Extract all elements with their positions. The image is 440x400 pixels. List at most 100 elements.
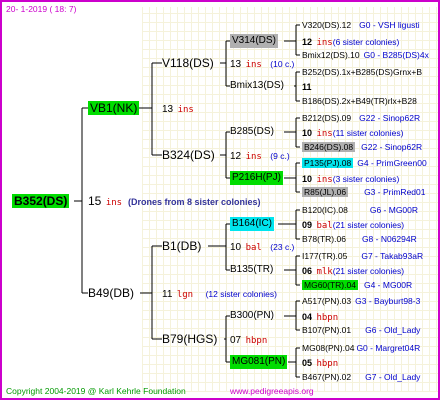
gen4-note: G0 - B285(DS)4x (363, 50, 429, 60)
ins-note: (3 sister colonies) (332, 174, 400, 184)
gen2-inbreeding: 07 hbpn (230, 332, 267, 348)
gen4-note: G4 - PrimGreen00 (357, 158, 427, 168)
gen4-queen[interactable]: B212(DS).09 G22 - Sinop62R (302, 111, 420, 125)
gen4-id: B186(DS).2x+B49(TR)rlx+B28 (302, 96, 417, 106)
dam-queen[interactable]: B49(DB) (88, 286, 134, 300)
ins-label: ins (316, 129, 333, 139)
copyright-text: Copyright 2004-2019 @ Karl Kehrle Founda… (6, 386, 186, 396)
sire-queen[interactable]: VB1(NK) (88, 101, 140, 115)
gen3-queen[interactable]: B300(PN) (230, 309, 274, 323)
gen4-queen[interactable]: R85(JL).06 G3 - PrimRed01 (302, 185, 425, 199)
gen4-id: A517(PN).03 (302, 296, 352, 306)
gen4-note: G4 - MG00R (363, 280, 413, 290)
gen4-note: G0 - VSH ligusti (359, 20, 420, 30)
gen4-queen[interactable]: P135(PJ).08 G4 - PrimGreen00 (302, 156, 427, 170)
gen4-queen[interactable]: B252(DS).1x+B285(DS)Grnx+B (302, 65, 422, 79)
ins-label: ins (245, 152, 262, 162)
gen4-id: I177(TR).05 (302, 251, 348, 261)
gen2-queen[interactable]: B79(HGS) (162, 332, 217, 346)
gen3-queen[interactable]: B135(TR) (230, 263, 273, 277)
ins-value: 06 (302, 266, 313, 276)
ins-label: hbpn (316, 359, 339, 369)
ins-value: 10 (302, 128, 313, 138)
gen4-note: G3 - PrimRed01 (364, 187, 426, 197)
gen4-queen[interactable]: MG60(TR).04 G4 - MG00R (302, 278, 412, 292)
ins-note: (9 c.) (270, 151, 290, 161)
gen1-sire-inbreeding: 13 ins (162, 101, 194, 117)
gen4-id: B252(DS).1x+B285(DS)Grnx+B (302, 67, 422, 77)
ins-value: 05 (302, 358, 313, 368)
ins-label: lgn (176, 290, 194, 300)
gen3-queen[interactable]: MG081(PN) (230, 355, 288, 369)
ins-label: bal (316, 221, 333, 231)
gen4-note: G7 - Takab93aR (361, 251, 424, 261)
gen3-queen[interactable]: B164(IC) (230, 217, 275, 231)
gen4-note: G22 - Sinop62R (359, 113, 421, 123)
root-ins-label: ins (105, 198, 123, 208)
gen4-queen[interactable]: I177(TR).05 G7 - Takab93aR (302, 249, 423, 263)
root-inbreeding: 15 ins (88, 194, 122, 210)
gen4-queen[interactable]: B107(PN).01 G6 - Old_Lady (302, 323, 420, 337)
ins-label: bal (245, 243, 262, 253)
gen4-id: B467(PN).02 (302, 372, 352, 382)
gen4-id: R85(JL).06 (302, 187, 349, 197)
gen4-note: G8 - N06294R (361, 234, 417, 244)
gen4-queen[interactable]: B467(PN).02 G7 - Old_Lady (302, 370, 420, 384)
gen4-queen[interactable]: Bmix12(DS).10 G0 - B285(DS)4x (302, 48, 429, 62)
gen4-note: G7 - Old_Lady (365, 372, 421, 382)
gen4-queen[interactable]: MG08(PN).04 G0 - Margret04R (302, 341, 420, 355)
gen4-id: B246(DS).08 (302, 142, 356, 152)
gen4-queen[interactable]: A517(PN).03 G3 - Bayburt98-3 (302, 294, 420, 308)
gen4-note: G22 - Sinop62R (361, 142, 423, 152)
ins-label: ins (177, 105, 194, 115)
gen4-id: Bmix12(DS).10 (302, 50, 360, 60)
ins-note: (21 sister colonies) (332, 220, 405, 230)
ins-value: 09 (302, 220, 313, 230)
gen3-queen[interactable]: P216H(PJ) (230, 171, 283, 185)
ins-note: (23 c.) (270, 242, 295, 252)
ins-value: 12 (302, 37, 313, 47)
ins-label: hbpn (245, 336, 268, 346)
root-drones-note: (Drones from 8 sister colonies) (128, 197, 261, 207)
gen3-queen[interactable]: V314(DS) (230, 34, 278, 48)
root-queen[interactable]: B352(DS) (12, 194, 70, 208)
ins-label: ins (316, 175, 333, 185)
gen4-note: G6 - Old_Lady (365, 325, 421, 335)
report-date: 20- 1-2019 ( 18: 7) (6, 4, 77, 14)
gen3-inbreeding: 09 bal(21 sister colonies) (302, 217, 404, 233)
ins-value: 12 (230, 151, 242, 162)
gen2-queen[interactable]: B1(DB) (162, 239, 201, 253)
gen4-id: P135(PJ).08 (302, 158, 354, 168)
root-ins-value: 15 (88, 194, 102, 208)
ins-label: ins (316, 38, 333, 48)
pedigree-page: 20- 1-2019 ( 18: 7) B352(DS) 15 ins (Dro… (0, 0, 440, 400)
ins-value: 10 (302, 174, 313, 184)
gen2-inbreeding: 10 bal (23 c.) (230, 239, 294, 255)
ins-value: 10 (230, 242, 242, 253)
gen4-id: B107(PN).01 (302, 325, 352, 335)
gen2-queen[interactable]: B324(DS) (162, 148, 215, 162)
gen4-id: B78(TR).06 (302, 234, 346, 244)
gen4-id: MG08(PN).04 (302, 343, 355, 353)
ins-label: ins (245, 60, 262, 70)
ins-value: 11 (162, 289, 173, 300)
gen4-queen[interactable]: V320(DS).12 G0 - VSH ligusti (302, 18, 420, 32)
gen4-note: G6 - MG00R (369, 205, 419, 215)
gen4-note: G3 - Bayburt98-3 (355, 296, 421, 306)
gen3-inbreeding: 05 hbpn (302, 355, 338, 371)
gen4-id: MG60(TR).04 (302, 280, 358, 290)
gen4-queen[interactable]: B186(DS).2x+B49(TR)rlx+B28 (302, 94, 417, 108)
gen3-queen[interactable]: B285(DS) (230, 125, 274, 139)
gen4-queen[interactable]: B120(IC).08 G6 - MG00R (302, 203, 418, 217)
gen2-queen[interactable]: V118(DS) (162, 56, 214, 70)
gen3-queen[interactable]: Bmix13(DS) (230, 79, 284, 93)
ins-note: (12 sister colonies) (205, 289, 277, 299)
gen4-queen[interactable]: B246(DS).08 G22 - Sinop62R (302, 140, 422, 154)
ins-value: 04 (302, 312, 313, 322)
ins-value: 07 (230, 335, 242, 346)
ins-value: 13 (162, 104, 174, 115)
gen4-queen[interactable]: B78(TR).06 G8 - N06294R (302, 232, 417, 246)
site-link[interactable]: www.pedigreeapis.org (230, 384, 314, 398)
gen4-note: G0 - Margret04R (356, 343, 421, 353)
ins-value: 11 (302, 82, 312, 92)
